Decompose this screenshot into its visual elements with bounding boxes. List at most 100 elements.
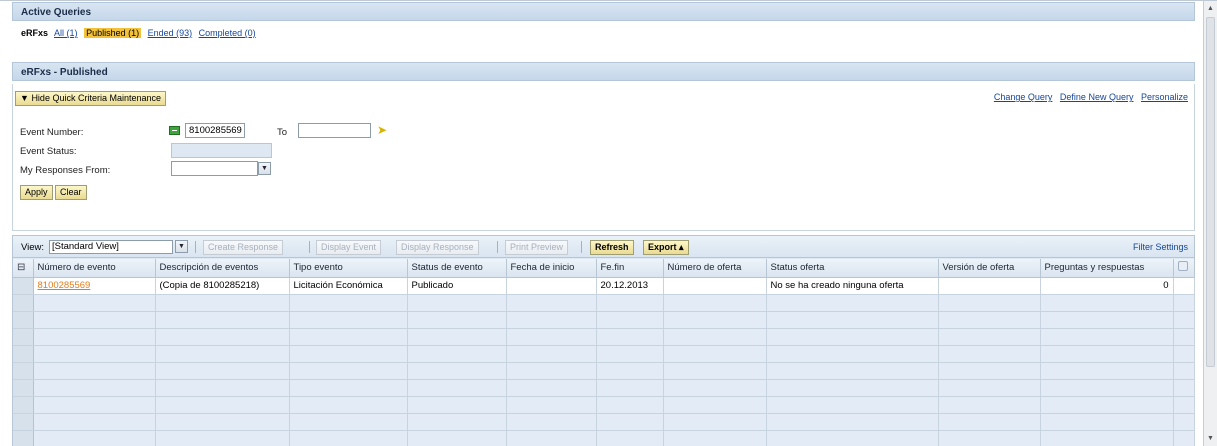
table-row [13,396,1195,414]
table-row [13,345,1195,363]
table-cell [938,277,1041,295]
vertical-scrollbar[interactable]: ▲ ▼ [1203,1,1217,446]
query-link-ended[interactable]: Ended (93) [148,28,193,38]
toolbar-separator [195,241,196,253]
column-header[interactable]: Fe.fin [596,259,664,278]
row-selector[interactable] [13,362,34,380]
table-cell [663,277,767,295]
define-new-query-link[interactable]: Define New Query [1060,92,1134,102]
toolbar-separator [581,241,582,253]
section-header: eRFxs - Published [12,62,1195,81]
to-input[interactable] [298,123,371,138]
display-response-button[interactable]: Display Response [396,240,479,255]
table-cell [1173,277,1195,295]
column-header[interactable]: Preguntas y respuestas [1040,259,1174,278]
table-row [13,379,1195,397]
scrollbar-thumb[interactable] [1206,17,1215,367]
results-table: ⊟ Número de evento Descripción de evento… [13,259,1195,446]
window-frame: Active Queries eRFxs All (1) Published (… [0,0,1217,446]
row-selector[interactable] [13,294,34,312]
view-label: View: [21,242,45,253]
column-header[interactable]: Fecha de inicio [506,259,597,278]
section-title: eRFxs - Published [21,67,108,78]
clear-button[interactable]: Clear [55,185,87,200]
column-settings-cell[interactable] [1173,259,1195,278]
table-cell: Publicado [407,277,507,295]
table-row [13,430,1195,446]
active-queries-header: Active Queries [12,2,1195,21]
filter-settings-link[interactable]: Filter Settings [1133,242,1188,252]
refresh-button[interactable]: Refresh [590,240,634,255]
table-row [13,413,1195,431]
table-header-row: ⊟ Número de evento Descripción de evento… [13,259,1195,278]
column-header[interactable]: Número de oferta [663,259,767,278]
display-event-button[interactable]: Display Event [316,240,382,255]
event-status-label: Event Status: [20,146,77,157]
table-row [13,294,1195,312]
criteria-section: ▼ Hide Quick Criteria Maintenance Change… [12,84,1195,231]
export-button[interactable]: Export ▴ [643,240,689,255]
query-link-published[interactable]: Published (1) [84,28,142,38]
to-label: To [277,127,288,138]
query-link-all[interactable]: All (1) [54,28,78,38]
row-selector[interactable] [13,328,34,346]
query-actions: Change Query Define New Query Personaliz… [989,92,1188,102]
chevron-down-icon[interactable]: ▼ [258,162,271,175]
apply-button[interactable]: Apply [20,185,53,200]
select-all-icon[interactable]: ⊟ [17,262,25,273]
table-cell: Licitación Económica [289,277,408,295]
column-header[interactable]: Descripción de eventos [155,259,290,278]
change-query-link[interactable]: Change Query [994,92,1053,102]
table-cell: No se ha creado ninguna oferta [766,277,939,295]
erfx-label: eRFxs [21,28,49,38]
event-number-label: Event Number: [20,127,84,138]
toolbar-separator [497,241,498,253]
table-cell: (Copia de 8100285218) [155,277,290,295]
row-selector[interactable] [13,379,34,397]
table-cell [506,277,597,295]
table-row [13,362,1195,380]
table-row [13,311,1195,329]
table-row[interactable]: 8100285569 (Copia de 8100285218) Licitac… [13,277,1195,295]
row-selector[interactable] [13,396,34,414]
personalize-link[interactable]: Personalize [1141,92,1188,102]
view-select[interactable]: [Standard View] [49,240,173,254]
table-cell: 20.12.2013 [596,277,664,295]
event-number-link[interactable]: 8100285569 [38,280,91,291]
column-header[interactable]: Status oferta [766,259,939,278]
triangle-down-icon: ▼ [20,93,29,103]
row-selector[interactable] [13,430,34,446]
row-selector[interactable] [13,413,34,431]
scroll-up-icon[interactable]: ▲ [1204,3,1217,15]
print-preview-button[interactable]: Print Preview [505,240,569,255]
table-toolbar: View: [Standard View] ▼ Create Response … [13,236,1194,258]
results-table-container: View: [Standard View] ▼ Create Response … [12,235,1195,446]
query-link-completed[interactable]: Completed (0) [199,28,256,38]
column-header[interactable]: Tipo evento [289,259,408,278]
table-cell-event-number: 8100285569 [33,277,156,295]
scroll-down-icon[interactable]: ▼ [1204,433,1217,445]
table-cell: 0 [1040,277,1174,295]
column-settings-icon[interactable] [1177,261,1188,272]
column-header[interactable]: Número de evento [33,259,156,278]
select-all-cell[interactable]: ⊟ [13,259,34,278]
row-selector[interactable] [13,277,34,295]
queries-bar: eRFxs All (1) Published (1) Ended (93) C… [12,21,1195,45]
arrow-right-icon[interactable]: ➤ [377,124,387,136]
main-content: Active Queries eRFxs All (1) Published (… [12,1,1195,446]
selection-option-icon[interactable] [169,126,180,135]
view-dropdown-chevron-icon[interactable]: ▼ [175,240,188,253]
active-queries-title: Active Queries [21,7,92,18]
hide-criteria-button[interactable]: ▼ Hide Quick Criteria Maintenance [15,91,166,106]
responses-from-select[interactable] [171,161,258,176]
toolbar-separator [309,241,310,253]
event-status-field [171,143,272,158]
row-selector[interactable] [13,311,34,329]
column-header[interactable]: Versión de oferta [938,259,1041,278]
responses-from-label: My Responses From: [20,165,111,176]
event-number-input[interactable]: 8100285569 [185,123,245,138]
column-header[interactable]: Status de evento [407,259,507,278]
hide-criteria-label: Hide Quick Criteria Maintenance [31,93,161,103]
create-response-button[interactable]: Create Response [203,240,284,255]
row-selector[interactable] [13,345,34,363]
